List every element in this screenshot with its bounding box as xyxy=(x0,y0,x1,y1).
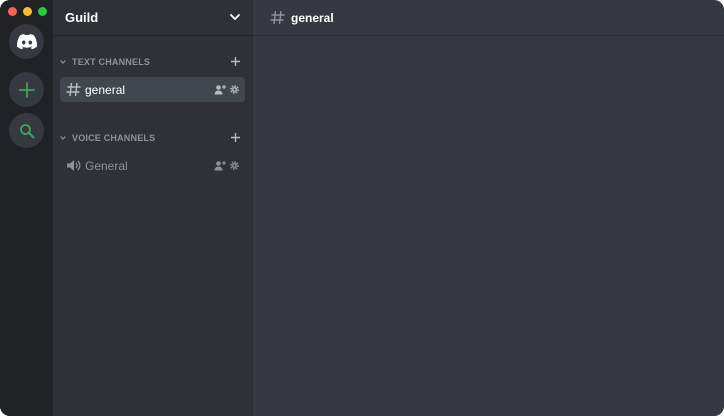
minimize-window-button[interactable] xyxy=(23,7,32,16)
create-channel-plus-icon[interactable] xyxy=(230,56,241,67)
explore-servers-button[interactable] xyxy=(9,113,44,148)
category-voice-channels[interactable]: VOICE CHANNELS xyxy=(53,130,253,146)
discord-logo-icon xyxy=(16,33,37,49)
invite-member-icon[interactable] xyxy=(214,160,226,171)
hash-icon xyxy=(66,82,81,97)
chat-area: general xyxy=(253,0,724,416)
gear-icon[interactable] xyxy=(229,160,240,171)
collapse-chevron-icon xyxy=(60,136,66,140)
channel-label: General xyxy=(85,159,128,173)
guild-name: Guild xyxy=(65,10,99,25)
close-window-button[interactable] xyxy=(8,7,17,16)
plus-icon xyxy=(18,81,35,98)
category-text-channels[interactable]: TEXT CHANNELS xyxy=(53,54,253,70)
category-label: TEXT CHANNELS xyxy=(72,57,151,67)
create-channel-plus-icon[interactable] xyxy=(230,132,241,143)
home-button[interactable] xyxy=(9,24,44,59)
invite-member-icon[interactable] xyxy=(214,84,226,95)
search-icon xyxy=(19,123,34,138)
speaker-icon xyxy=(67,160,81,171)
collapse-chevron-icon xyxy=(60,60,66,64)
zoom-window-button[interactable] xyxy=(38,7,47,16)
channel-item-general[interactable]: general xyxy=(60,77,245,102)
server-rail xyxy=(0,0,53,416)
channel-header: general xyxy=(253,0,724,36)
app-window: Guild TEXT CHANNELS general VOICE CHANNE… xyxy=(0,0,724,416)
channel-item-voice-general[interactable]: General xyxy=(60,153,245,178)
add-server-button[interactable] xyxy=(9,72,44,107)
channel-label: general xyxy=(85,83,126,97)
guild-header[interactable]: Guild xyxy=(53,0,253,36)
window-controls xyxy=(8,7,47,16)
gear-icon[interactable] xyxy=(229,84,240,95)
category-label: VOICE CHANNELS xyxy=(72,133,156,143)
chevron-down-icon xyxy=(230,14,240,20)
channel-title: general xyxy=(291,11,334,25)
channel-sidebar: Guild TEXT CHANNELS general VOICE CHANNE… xyxy=(53,0,253,416)
hash-icon xyxy=(270,10,285,25)
